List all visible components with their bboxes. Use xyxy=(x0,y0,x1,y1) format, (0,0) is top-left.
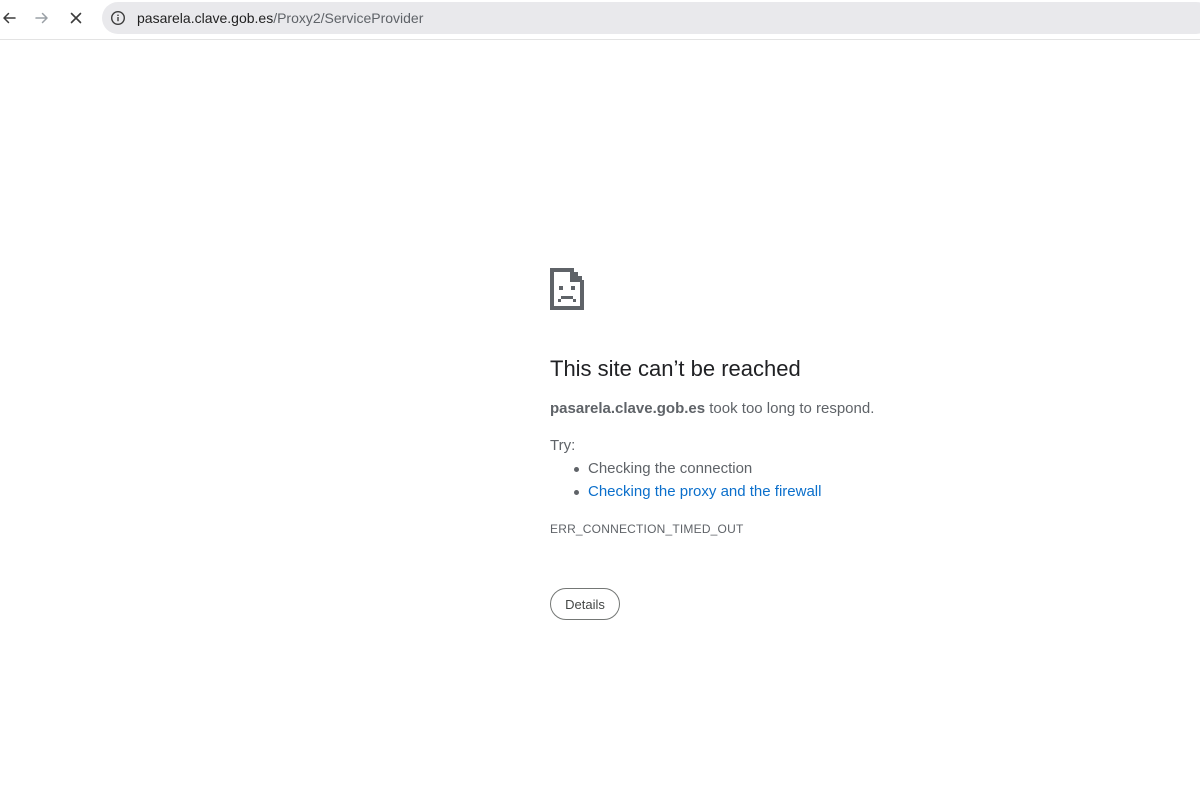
url-path: /Proxy2/ServiceProvider xyxy=(273,10,424,26)
browser-toolbar: pasarela.clave.gob.es/Proxy2/ServiceProv… xyxy=(0,0,1200,40)
url-text[interactable]: pasarela.clave.gob.es/Proxy2/ServiceProv… xyxy=(137,10,423,26)
error-description: pasarela.clave.gob.es took too long to r… xyxy=(550,400,874,418)
address-bar[interactable]: pasarela.clave.gob.es/Proxy2/ServiceProv… xyxy=(102,2,1200,34)
arrow-left-icon xyxy=(3,12,16,24)
list-item: Checking the connection xyxy=(574,460,821,483)
suggestion-proxy-firewall-link[interactable]: Checking the proxy and the firewall xyxy=(588,483,821,500)
details-button[interactable]: Details xyxy=(550,588,620,620)
back-button[interactable] xyxy=(0,6,21,30)
suggestion-check-connection: Checking the connection xyxy=(588,460,753,477)
try-label: Try: xyxy=(550,437,576,454)
url-host: pasarela.clave.gob.es xyxy=(137,10,274,26)
bullet-icon xyxy=(574,467,579,472)
error-code: ERR_CONNECTION_TIMED_OUT xyxy=(550,522,744,536)
error-host: pasarela.clave.gob.es xyxy=(550,400,706,417)
suggestion-list: Checking the connection Checking the pro… xyxy=(574,460,821,506)
sad-document-icon xyxy=(550,268,584,310)
forward-button[interactable] xyxy=(30,6,54,30)
info-circle-icon[interactable] xyxy=(110,10,126,26)
error-message: took too long to respond. xyxy=(705,400,875,417)
arrow-right-icon xyxy=(35,12,48,24)
bullet-icon xyxy=(574,490,579,495)
list-item: Checking the proxy and the firewall xyxy=(574,483,821,506)
close-icon xyxy=(70,12,82,24)
stop-loading-button[interactable] xyxy=(64,6,88,30)
error-title: This site can’t be reached xyxy=(550,356,801,381)
